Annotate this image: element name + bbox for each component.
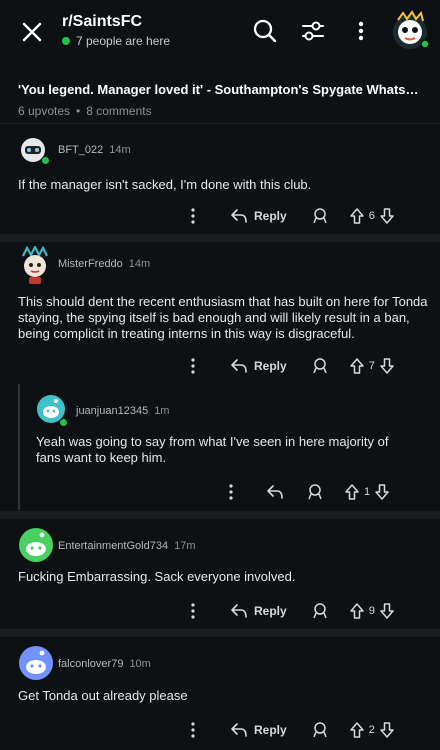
reply-button[interactable]: Reply — [230, 358, 287, 374]
reply-label: Reply — [254, 209, 287, 223]
comment-time: 17m — [174, 540, 196, 552]
avatar[interactable] — [18, 645, 54, 681]
comment: falconlover79 10m Get Tonda out already … — [0, 637, 440, 750]
award-icon[interactable] — [311, 721, 329, 739]
vote-control: 2 — [349, 721, 395, 739]
comment-header: juanjuan12345 1m — [76, 405, 169, 417]
comment-divider — [0, 511, 440, 519]
comment-author[interactable]: EntertainmentGold734 — [58, 540, 168, 552]
post-title[interactable]: 'You legend. Manager loved it' - Southam… — [18, 82, 422, 97]
more-options-icon[interactable] — [186, 356, 200, 376]
reply-icon — [231, 359, 247, 373]
comment-time: 10m — [129, 658, 151, 670]
comment-actions: Reply 2 — [186, 718, 395, 742]
reply-button[interactable]: Reply — [230, 208, 287, 224]
post-header[interactable]: 'You legend. Manager loved it' - Southam… — [0, 72, 440, 124]
comment-header: falconlover79 10m — [58, 658, 151, 670]
downvote-icon[interactable] — [374, 483, 390, 501]
avatar[interactable] — [18, 527, 54, 563]
comment-divider — [0, 234, 440, 242]
comment-body: Get Tonda out already please — [18, 688, 188, 703]
reply-button[interactable]: Reply — [230, 722, 287, 738]
comment-header: BFT_022 14m — [58, 144, 131, 156]
post-upvotes: 6 upvotes — [18, 104, 71, 118]
online-badge — [41, 156, 50, 165]
comment-header: EntertainmentGold734 17m — [58, 540, 195, 552]
reply-icon — [231, 723, 247, 737]
award-icon[interactable] — [306, 483, 324, 501]
post-comment-count: 8 comments — [86, 104, 152, 118]
comment-body: Yeah was going to say from what I've see… — [36, 434, 389, 465]
subreddit-name[interactable]: r/SaintsFC — [62, 13, 142, 31]
more-options-icon[interactable] — [186, 720, 200, 740]
vote-control: 6 — [349, 207, 395, 225]
reply-label: Reply — [254, 723, 287, 737]
filter-icon[interactable] — [300, 18, 326, 44]
upvote-icon[interactable] — [349, 357, 365, 375]
more-options-icon[interactable] — [186, 601, 200, 621]
vote-control: 1 — [344, 483, 390, 501]
comment-divider — [0, 629, 440, 637]
upvote-icon[interactable] — [344, 483, 360, 501]
vote-count: 9 — [368, 605, 375, 617]
comment-author[interactable]: falconlover79 — [58, 658, 123, 670]
more-options-icon[interactable] — [224, 482, 238, 502]
comment: MisterFreddo 14m This should dent the re… — [0, 242, 440, 383]
post-meta: 6 upvotes • 8 comments — [18, 104, 422, 118]
online-badge — [59, 418, 68, 427]
close-icon[interactable] — [18, 18, 46, 46]
comment-actions: Reply 6 — [186, 204, 395, 228]
reply-label: Reply — [254, 604, 287, 618]
comment-actions: 1 — [224, 480, 390, 504]
reply-icon — [231, 209, 247, 223]
downvote-icon[interactable] — [379, 207, 395, 225]
more-vertical-icon[interactable] — [348, 18, 374, 44]
reply-icon[interactable] — [266, 484, 284, 500]
upvote-icon[interactable] — [349, 207, 365, 225]
meta-separator: • — [76, 104, 81, 118]
downvote-icon[interactable] — [379, 602, 395, 620]
online-status: 7 people are here — [62, 34, 170, 48]
comment-author[interactable]: juanjuan12345 — [76, 405, 148, 417]
online-dot — [62, 37, 70, 45]
comment-actions: Reply 9 — [186, 599, 395, 623]
comment-time: 14m — [109, 144, 131, 156]
top-bar: r/SaintsFC 7 people are here — [0, 0, 440, 70]
user-avatar[interactable] — [388, 8, 432, 52]
comment: juanjuan12345 1m Yeah was going to say f… — [36, 386, 440, 510]
comment-body: Fucking Embarrassing. Sack everyone invo… — [18, 569, 296, 584]
award-icon[interactable] — [311, 357, 329, 375]
upvote-icon[interactable] — [349, 602, 365, 620]
comment-body: This should dent the recent enthusiasm t… — [18, 294, 428, 341]
award-icon[interactable] — [311, 207, 329, 225]
comment-time: 14m — [128, 258, 151, 270]
reply-icon — [231, 604, 247, 618]
comment-body: If the manager isn't sacked, I'm done wi… — [18, 177, 312, 192]
downvote-icon[interactable] — [379, 721, 395, 739]
comment: BFT_022 14m If the manager isn't sacked,… — [0, 128, 440, 234]
vote-count: 1 — [364, 486, 371, 498]
avatar[interactable] — [18, 246, 52, 286]
vote-count: 6 — [368, 210, 375, 222]
comment-time: 1m — [154, 405, 170, 417]
vote-control: 9 — [349, 602, 395, 620]
upvote-icon[interactable] — [349, 721, 365, 739]
vote-count: 2 — [368, 724, 375, 736]
downvote-icon[interactable] — [379, 357, 395, 375]
comment-actions: Reply 7 — [186, 354, 395, 378]
comment-header: MisterFreddo 14m — [58, 258, 150, 270]
comment-author[interactable]: MisterFreddo — [58, 258, 123, 270]
more-options-icon[interactable] — [186, 206, 200, 226]
search-icon[interactable] — [252, 18, 278, 44]
comment-author[interactable]: BFT_022 — [58, 144, 103, 156]
reply-label: Reply — [254, 359, 287, 373]
award-icon[interactable] — [311, 602, 329, 620]
vote-control: 7 — [349, 357, 395, 375]
thread-line[interactable] — [18, 384, 20, 510]
vote-count: 7 — [368, 360, 375, 372]
online-count: 7 people are here — [76, 34, 171, 48]
comment: EntertainmentGold734 17m Fucking Embarra… — [0, 519, 440, 629]
reply-button[interactable]: Reply — [230, 603, 287, 619]
